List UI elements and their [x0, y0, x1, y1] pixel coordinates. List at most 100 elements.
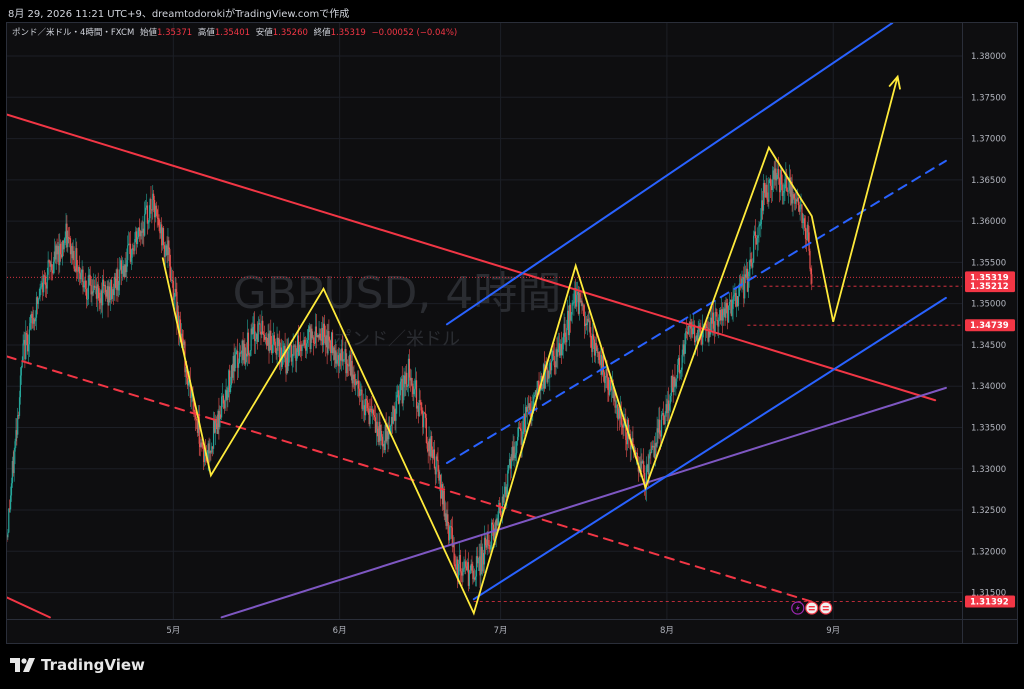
candle-body	[728, 301, 731, 306]
price-tick-label: 1.32500	[971, 506, 1006, 516]
candle-body	[136, 237, 139, 245]
candle-body	[17, 415, 19, 435]
candle-body	[759, 224, 761, 226]
candle-body	[660, 414, 663, 437]
candle-body	[477, 557, 479, 564]
price-tick-label: 1.35500	[971, 258, 1006, 268]
candle-body	[146, 205, 148, 224]
candle-body	[202, 446, 204, 448]
candle-body	[353, 374, 355, 380]
price-tick-label: 1.37500	[971, 93, 1006, 103]
candle-body	[694, 340, 697, 343]
candle-body	[542, 388, 544, 390]
candle-body	[393, 406, 395, 410]
candle-body	[145, 207, 147, 214]
candle-body	[347, 363, 349, 366]
candle-body	[229, 384, 232, 393]
candle-body	[369, 408, 371, 425]
candle-body	[732, 296, 734, 309]
candle-body	[190, 396, 192, 398]
candle-body	[604, 376, 606, 383]
us-flag-icon	[805, 601, 819, 615]
candle-body	[801, 204, 803, 223]
red-trendline	[7, 113, 937, 402]
candle-body	[51, 264, 53, 271]
candle-body	[262, 320, 264, 335]
price-tag-label: 1.35212	[970, 282, 1009, 292]
candle-body	[170, 266, 172, 281]
candle-body	[809, 250, 811, 269]
flag-stripe	[822, 606, 829, 608]
tradingview-logo[interactable]: TradingView	[10, 656, 145, 674]
candle-body	[187, 380, 190, 386]
candle-body	[87, 275, 89, 300]
candle-body	[301, 344, 303, 351]
candle-body	[590, 333, 592, 348]
candle-body	[98, 288, 100, 299]
candle-body	[760, 219, 762, 225]
price-tag-label: 1.34739	[970, 321, 1009, 331]
price-tick-label: 1.38000	[971, 52, 1006, 62]
candle-body	[685, 331, 687, 345]
candle-body	[676, 378, 678, 382]
candle-body	[684, 344, 686, 355]
candle-body	[610, 385, 613, 391]
candle-body	[9, 495, 12, 510]
candle-body	[132, 248, 134, 250]
candle-body	[413, 389, 415, 395]
candle-body	[811, 274, 813, 284]
candle-body	[215, 419, 217, 424]
candle-body	[60, 243, 62, 255]
candle-body	[468, 573, 470, 586]
candle-body	[570, 314, 572, 321]
candle-body	[22, 343, 24, 361]
candle-body	[134, 238, 136, 251]
candle-body	[195, 419, 198, 421]
candle-body	[221, 396, 223, 418]
candle-body	[86, 299, 89, 300]
candle-body	[557, 349, 559, 357]
candle-body	[39, 287, 41, 297]
candle-body	[810, 268, 812, 275]
candle-body	[572, 302, 574, 304]
candle-body	[503, 493, 505, 503]
candle-body	[490, 545, 492, 550]
candle-body	[365, 398, 368, 401]
candle-body	[148, 218, 150, 223]
candle-body	[158, 218, 160, 228]
candle-body	[758, 225, 760, 236]
candle-body	[722, 314, 724, 321]
candle-body	[521, 436, 523, 445]
candle-body	[172, 280, 174, 300]
chart-area[interactable]: GBPUSD, 4時間 ポンド／米ドル 1.38000 1.37500 1.37000 1…	[6, 22, 1018, 644]
candle-body	[491, 522, 493, 546]
legend-high: 1.35401	[214, 28, 251, 38]
price-axis: 1.38000 1.37500 1.37000 1.36500 1.36000 1.355…	[965, 52, 1015, 608]
price-tick-label: 1.35000	[971, 300, 1006, 310]
time-tick-label: 5月	[166, 626, 180, 636]
candle-body	[263, 334, 265, 335]
candle-body	[726, 302, 728, 309]
candle-body	[83, 285, 85, 288]
candle-body	[423, 412, 425, 428]
candle-body	[43, 275, 46, 277]
candle-body	[406, 386, 409, 387]
candle-body	[659, 419, 661, 435]
watermark-subtitle: ポンド／米ドル	[334, 329, 460, 350]
candle-body	[712, 312, 715, 329]
candle-body	[307, 328, 309, 340]
candle-body	[515, 452, 517, 455]
candle-body	[449, 526, 451, 541]
candle-body	[249, 350, 251, 356]
candle-body	[85, 280, 87, 290]
candle-body	[460, 571, 462, 573]
candle-body	[305, 343, 308, 351]
price-chart[interactable]: GBPUSD, 4時間ポンド／米ドル1.380001.375001.370001…	[7, 23, 1017, 643]
candle-body	[408, 358, 410, 378]
candle-body	[731, 308, 733, 316]
candle-body	[705, 323, 707, 328]
candle-body	[38, 296, 40, 299]
candle-body	[288, 349, 290, 367]
candle-body	[678, 357, 681, 374]
candle-body	[770, 178, 772, 186]
